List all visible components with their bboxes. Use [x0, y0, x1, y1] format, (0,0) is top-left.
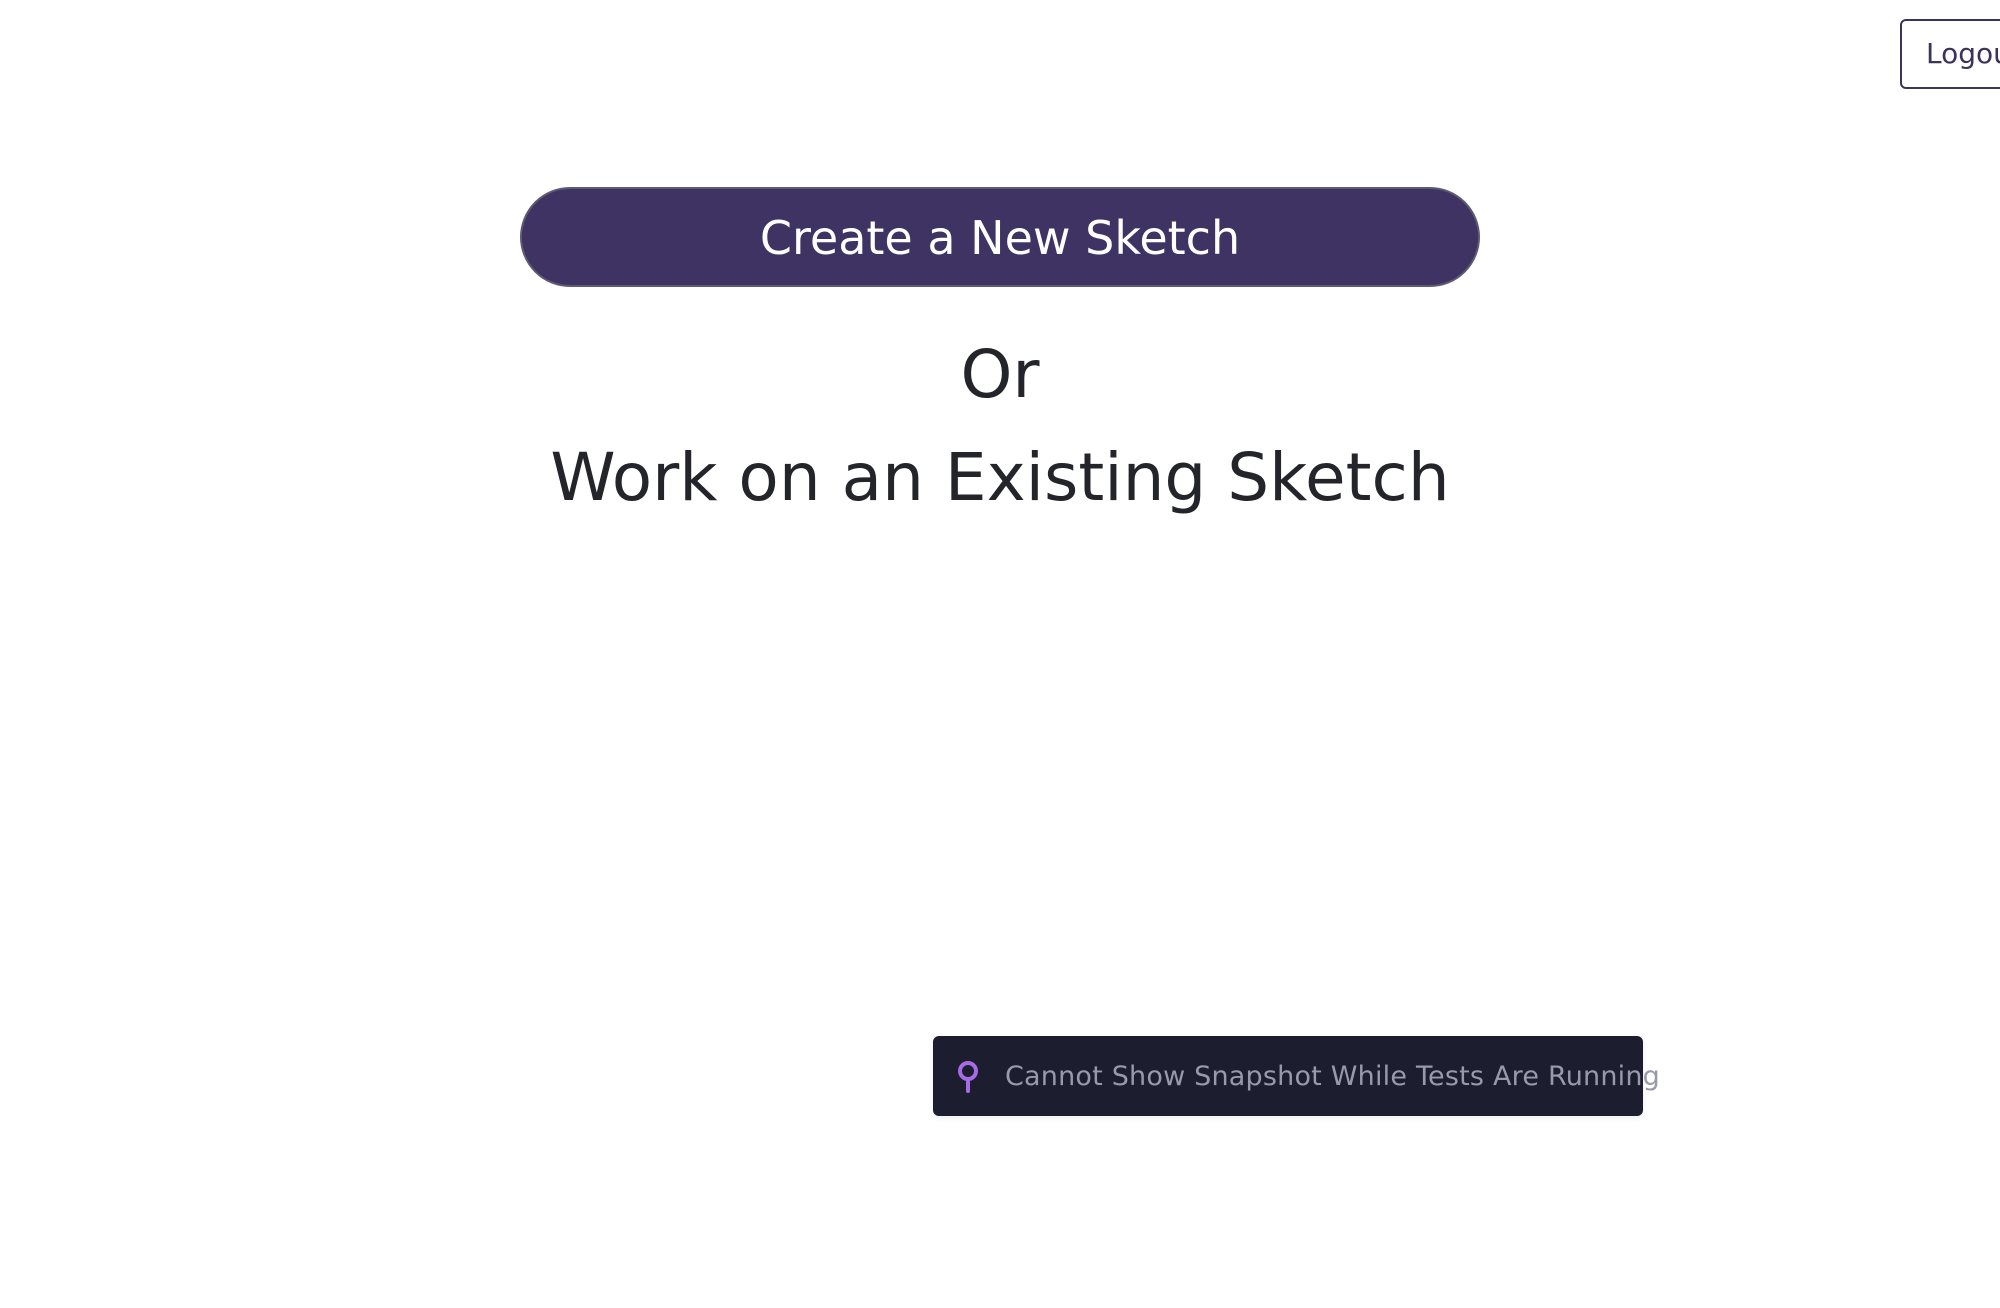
- create-new-sketch-button[interactable]: Create a New Sketch: [520, 187, 1480, 287]
- logout-button[interactable]: Logou: [1900, 19, 2000, 89]
- snapshot-toast: Cannot Show Snapshot While Tests Are Run…: [933, 1036, 1660, 1116]
- page: Logou Create a New Sketch Or Work on an …: [0, 0, 2000, 1308]
- existing-sketch-heading: Work on an Existing Sketch: [550, 439, 1450, 516]
- or-separator-text: Or: [960, 336, 1040, 413]
- toast-message: Cannot Show Snapshot While Tests Are Run…: [1005, 1060, 1660, 1092]
- pin-icon: [953, 1059, 983, 1093]
